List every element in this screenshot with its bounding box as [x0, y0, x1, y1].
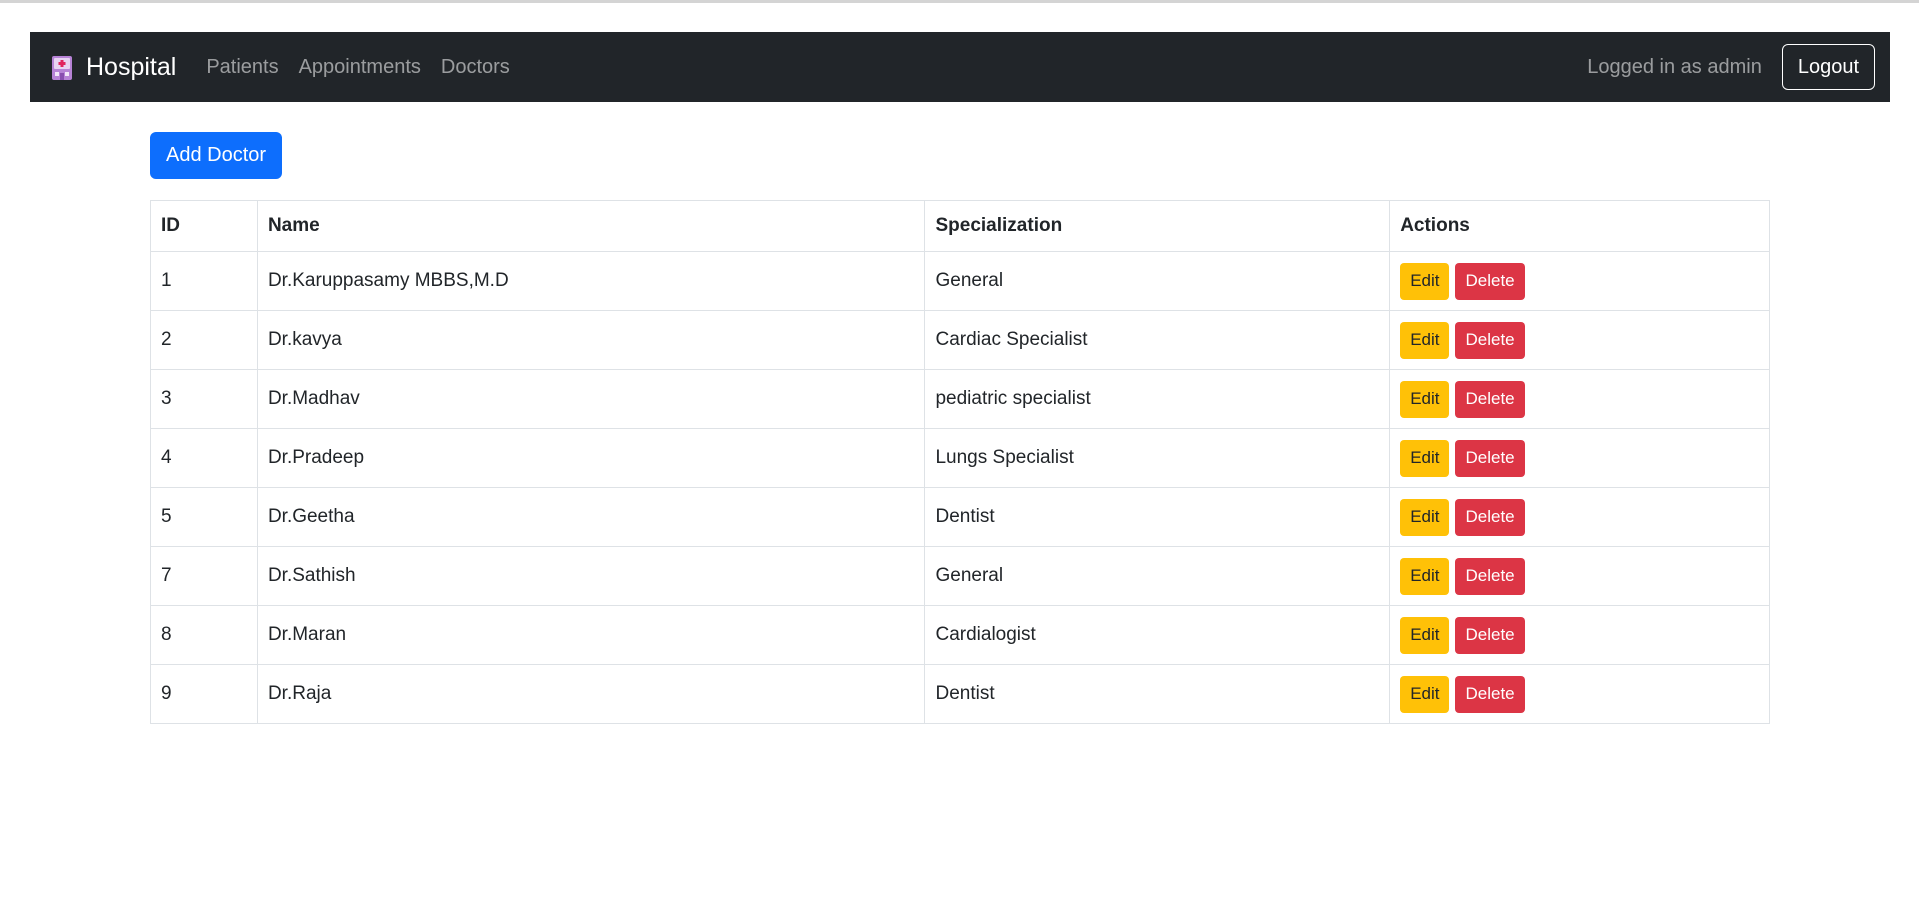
cell-actions: Edit Delete: [1389, 487, 1770, 547]
table-row: 2 Dr.kavya Cardiac Specialist Edit Delet…: [150, 310, 1770, 370]
cell-specialization: Dentist: [924, 487, 1391, 547]
login-status: Logged in as admin: [1587, 55, 1762, 78]
nav-link-patients[interactable]: Patients: [206, 56, 278, 79]
header-actions: Actions: [1389, 200, 1770, 252]
cell-id: 8: [150, 605, 258, 665]
delete-button[interactable]: Delete: [1455, 498, 1525, 536]
cell-name: Dr.Maran: [256, 605, 926, 665]
cell-name: Dr.kavya: [256, 310, 926, 370]
table-row: 8 Dr.Maran Cardialogist Edit Delete: [150, 605, 1770, 665]
cell-actions: Edit Delete: [1389, 251, 1770, 311]
cell-id: 7: [150, 546, 258, 606]
logout-button[interactable]: Logout: [1781, 44, 1875, 90]
table-row: 4 Dr.Pradeep Lungs Specialist Edit Delet…: [150, 428, 1770, 488]
cell-actions: Edit Delete: [1389, 310, 1770, 370]
cell-id: 2: [150, 310, 258, 370]
cell-actions: Edit Delete: [1389, 605, 1770, 665]
cell-actions: Edit Delete: [1389, 546, 1770, 606]
table-row: 7 Dr.Sathish General Edit Delete: [150, 546, 1770, 606]
nav-link-appointments[interactable]: Appointments: [299, 56, 421, 79]
edit-button[interactable]: Edit: [1400, 321, 1450, 359]
edit-button[interactable]: Edit: [1400, 557, 1450, 595]
cell-actions: Edit Delete: [1389, 664, 1770, 724]
table-row: 9 Dr.Raja Dentist Edit Delete: [150, 664, 1770, 724]
cell-id: 4: [150, 428, 258, 488]
hospital-icon: [52, 56, 72, 80]
header-specialization: Specialization: [924, 200, 1391, 252]
cell-specialization: General: [924, 546, 1391, 606]
cell-specialization: General: [924, 251, 1391, 311]
navbar: Hospital Patients Appointments Doctors L…: [30, 32, 1890, 102]
edit-button[interactable]: Edit: [1400, 616, 1450, 654]
cell-specialization: Lungs Specialist: [924, 428, 1391, 488]
table-row: 5 Dr.Geetha Dentist Edit Delete: [150, 487, 1770, 547]
brand-name: Hospital: [86, 52, 177, 81]
delete-button[interactable]: Delete: [1455, 439, 1525, 477]
delete-button[interactable]: Delete: [1455, 262, 1525, 300]
cell-id: 1: [150, 251, 258, 311]
cell-specialization: Cardialogist: [924, 605, 1391, 665]
delete-button[interactable]: Delete: [1455, 380, 1525, 418]
cell-specialization: Dentist: [924, 664, 1391, 724]
cell-name: Dr.Raja: [256, 664, 926, 724]
nav-link-doctors[interactable]: Doctors: [441, 56, 510, 79]
cell-name: Dr.Pradeep: [256, 428, 926, 488]
cell-name: Dr.Karuppasamy MBBS,M.D: [256, 251, 926, 311]
delete-button[interactable]: Delete: [1455, 616, 1525, 654]
cell-name: Dr.Geetha: [256, 487, 926, 547]
table-row: 1 Dr.Karuppasamy MBBS,M.D General Edit D…: [150, 251, 1770, 311]
header-id: ID: [150, 200, 258, 252]
delete-button[interactable]: Delete: [1455, 557, 1525, 595]
header-name: Name: [256, 200, 926, 252]
doctors-table: ID Name Specialization Actions 1 Dr.Karu…: [150, 200, 1770, 724]
nav-user-area: Logged in as admin Logout: [1587, 44, 1875, 90]
nav-links: Patients Appointments Doctors: [206, 56, 509, 79]
edit-button[interactable]: Edit: [1400, 380, 1450, 418]
table-row: 3 Dr.Madhav pediatric specialist Edit De…: [150, 369, 1770, 429]
delete-button[interactable]: Delete: [1455, 321, 1525, 359]
cell-specialization: Cardiac Specialist: [924, 310, 1391, 370]
add-doctor-button[interactable]: Add Doctor: [150, 132, 283, 179]
edit-button[interactable]: Edit: [1400, 262, 1450, 300]
edit-button[interactable]: Edit: [1400, 675, 1450, 713]
cell-name: Dr.Sathish: [256, 546, 926, 606]
top-divider: [0, 0, 1919, 3]
table-header-row: ID Name Specialization Actions: [150, 200, 1770, 252]
delete-button[interactable]: Delete: [1455, 675, 1525, 713]
cell-name: Dr.Madhav: [256, 369, 926, 429]
cell-actions: Edit Delete: [1389, 369, 1770, 429]
cell-id: 5: [150, 487, 258, 547]
edit-button[interactable]: Edit: [1400, 498, 1450, 536]
cell-specialization: pediatric specialist: [924, 369, 1391, 429]
cell-id: 3: [150, 369, 258, 429]
main-content: Add Doctor ID Name Specialization Action…: [150, 132, 1770, 724]
cell-id: 9: [150, 664, 258, 724]
cell-actions: Edit Delete: [1389, 428, 1770, 488]
navbar-brand[interactable]: Hospital: [50, 53, 176, 82]
edit-button[interactable]: Edit: [1400, 439, 1450, 477]
